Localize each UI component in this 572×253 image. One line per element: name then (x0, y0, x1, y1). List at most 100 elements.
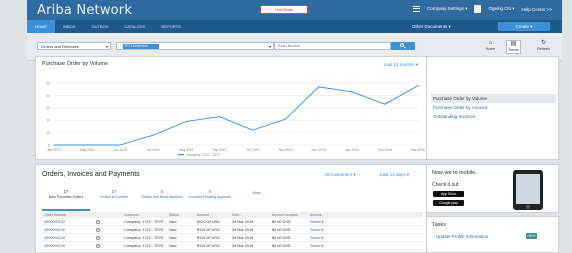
data-point (53, 144, 55, 146)
legend-swatch (178, 154, 184, 156)
y-tick-label: 30 (46, 106, 50, 110)
data-point (152, 134, 154, 136)
tab-reports[interactable]: REPORTS (154, 20, 189, 33)
home-icon: ⌂ (488, 40, 493, 46)
tab-home[interactable]: HOME (27, 20, 55, 33)
phone-screen (516, 174, 540, 204)
trends-tool-label: Trends (508, 48, 519, 52)
data-point (185, 120, 187, 123)
row-actions-select[interactable]: Select ▾ (310, 242, 340, 249)
amount-invoiced-cell: $0.00 USD (272, 244, 291, 248)
x-tick-label: Feb 2016 (378, 148, 392, 152)
search-filter-select[interactable]: PO Comments ▾ (116, 42, 274, 50)
other-documents-menu[interactable]: Other Documents ▾ (412, 24, 451, 30)
chart-selector-item[interactable]: Purchase Order by Volume (431, 94, 556, 103)
tab-inbox[interactable]: INBOX (55, 20, 83, 33)
trends-icon: ▤ (510, 41, 517, 47)
date-cell: 28 Mar 2016 (232, 236, 254, 240)
x-tick-label: May 2015 (80, 148, 95, 152)
refresh-icon: ↻ (540, 40, 547, 46)
y-tick-label: 40 (46, 94, 50, 98)
orders-table: Order Number Customer Status Amount Date ↓ Am… (41, 212, 423, 250)
row-actions-select[interactable]: Select ▾ (310, 226, 340, 233)
date-cell: 28 Mar 2016 (232, 228, 254, 232)
table-body: 4500000132 Company: 1710 - TEST New $220.00… (41, 218, 423, 250)
filter-chip[interactable]: PO Comments (123, 44, 159, 49)
x-tick-label: Dec 2015 (312, 148, 326, 152)
amount-cell: $110.00 USD (197, 244, 220, 248)
date-cell: 28 Mar 2016 (232, 220, 254, 224)
company-settings-menu[interactable]: Company Settings ▾ (427, 6, 467, 12)
x-tick-label: Aug 2015 (179, 148, 193, 152)
customer-cell: Company: 1710 - TEST (124, 220, 164, 224)
order-number-link[interactable]: 4500000126 (41, 242, 86, 249)
app-logo[interactable]: Ariba Network (37, 3, 132, 18)
order-number-link[interactable]: 4500000128 (41, 234, 86, 241)
date-range-select[interactable]: Last 14 days ▾ (380, 172, 409, 178)
menu-icon[interactable] (413, 6, 421, 12)
data-point (384, 103, 386, 105)
data-point (351, 91, 353, 93)
chevron-down-icon: ▾ (105, 44, 108, 49)
search-input[interactable] (274, 42, 391, 50)
order-tile[interactable]: More... (234, 186, 282, 211)
chart-selector-item[interactable]: Outstanding Invoices (431, 112, 556, 121)
tab-catalogs[interactable]: CATALOGS (116, 20, 153, 33)
test-mode-badge: Test Mode (260, 5, 308, 14)
status-cell: New (169, 220, 177, 224)
refresh-tool-button[interactable]: ↻ Refresh (536, 40, 551, 54)
series-line (54, 85, 419, 146)
tile-label: More... (252, 191, 264, 195)
row-actions-select[interactable]: Select ▾ (310, 234, 340, 241)
help-center-link[interactable]: Help Center >> (521, 7, 552, 12)
order-tile[interactable]: 0 Invoices Pending Approval (186, 186, 234, 211)
phone-home-button (526, 205, 530, 209)
data-point (251, 129, 254, 131)
row-actions-select[interactable]: Select ▾ (310, 218, 340, 225)
main-nav: HOME INBOX OUTBOX CATALOGS REPORTS Other Doc… (27, 20, 562, 33)
document-type-select[interactable]: Orders and Releases ▾ (37, 42, 111, 50)
customer-filter-select[interactable]: All Customers ▾ (324, 172, 356, 178)
status-circle-icon (96, 228, 100, 232)
order-number-link[interactable]: 4500000132 (41, 218, 86, 225)
row-status-cell (86, 234, 124, 241)
task-link[interactable]: Update Profile Information (436, 234, 488, 239)
status-cell: New (169, 228, 177, 232)
search-icon (400, 43, 404, 47)
tile-label: Orders to Confirm (100, 195, 128, 199)
order-tile[interactable]: 17 New Purchase Orders (42, 186, 90, 211)
chart-selector-panel: Purchase Order by Volume Purchase Order b… (426, 56, 559, 160)
tab-outbox[interactable]: OUTBOX (83, 20, 116, 33)
x-tick-label: Oct 2015 (246, 148, 260, 152)
date-cell: 28 Mar 2016 (232, 244, 254, 248)
status-circle-icon (96, 236, 100, 240)
order-tiles: 17 New Purchase Orders 17 Orders to Confirm… (42, 186, 422, 211)
customer-cell: Company: 1710 - TEST (124, 244, 164, 248)
status-cell: New (169, 236, 177, 240)
mobile-title: Now we're mobile. (432, 170, 477, 176)
amount-cell: $110.00 USD (197, 236, 220, 240)
data-point (318, 86, 320, 88)
table-row: 4500000126 Company: 1710 - TEST New $110.00… (41, 242, 423, 250)
user-menu[interactable]: Ogeing Clo ▾ (488, 6, 514, 12)
google-play-badge[interactable]: Google play (433, 200, 464, 206)
tile-label: New Purchase Orders (48, 195, 84, 199)
trends-tool-button[interactable]: ▤ Trends (506, 40, 521, 54)
app-store-badge[interactable]: App Store (433, 191, 464, 197)
avatar[interactable] (474, 5, 482, 13)
row-status-cell (86, 242, 124, 249)
legend-label: Company: 1710 - TEST (186, 153, 221, 157)
create-button[interactable]: Create ▾ (498, 22, 550, 31)
order-tile[interactable]: 0 Orders that Need Attention (138, 186, 186, 211)
chart-selector-item[interactable]: Purchase Order by Amount (431, 103, 556, 112)
table-row: 4500000128 Company: 1710 - TEST New $110.00… (41, 234, 423, 242)
search-button[interactable] (391, 42, 415, 50)
order-tile[interactable]: 17 Orders to Confirm (90, 186, 138, 211)
tile-count: 17 (111, 189, 117, 194)
status-cell: New (169, 244, 177, 248)
x-tick-label: Apr 2015 (47, 148, 61, 152)
order-number-link[interactable]: 4500000130 (41, 226, 86, 233)
tasks-panel: Tasks Update Profile Information NEW (426, 216, 559, 253)
amount-invoiced-cell: $0.00 USD (272, 228, 291, 232)
home-tool-button[interactable]: ⌂ Home (483, 40, 498, 54)
